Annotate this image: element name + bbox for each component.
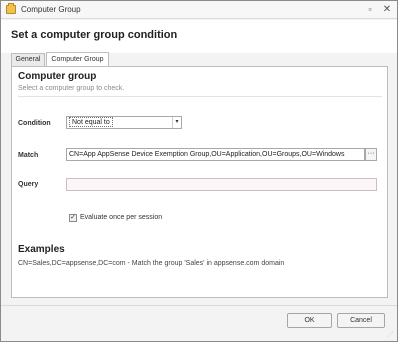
title-bar[interactable]: Computer Group ▫ ✕ bbox=[1, 1, 397, 19]
checkmark-icon: ✓ bbox=[70, 214, 76, 221]
tab-computer-group[interactable]: Computer Group bbox=[46, 52, 109, 67]
footer-divider bbox=[1, 305, 397, 306]
examples-text: CN=Sales,DC=appsense,DC=com - Match the … bbox=[18, 260, 285, 267]
condition-label: Condition bbox=[18, 120, 51, 127]
resize-grip-icon[interactable]: ⋰ bbox=[387, 331, 395, 339]
evaluate-once-checkbox[interactable]: ✓ bbox=[69, 214, 77, 222]
query-label: Query bbox=[18, 181, 39, 188]
tab-general[interactable]: General bbox=[11, 53, 45, 66]
match-label: Match bbox=[18, 152, 39, 159]
folder-icon bbox=[6, 3, 16, 14]
tab-panel: Computer group Select a computer group t… bbox=[11, 66, 388, 298]
dialog-window: Computer Group ▫ ✕ Set a computer group … bbox=[0, 0, 398, 342]
chevron-down-icon[interactable]: ▾ bbox=[172, 117, 181, 128]
evaluate-once-label[interactable]: Evaluate once per session bbox=[80, 214, 162, 221]
match-input[interactable]: CN=App AppSense Device Exemption Group,O… bbox=[66, 148, 365, 161]
examples-title: Examples bbox=[18, 244, 65, 255]
section-subtitle: Select a computer group to check. bbox=[18, 85, 125, 92]
browse-button[interactable]: ··· bbox=[365, 148, 377, 161]
ok-button[interactable]: OK bbox=[287, 313, 332, 328]
page-title: Set a computer group condition bbox=[11, 29, 178, 41]
query-input[interactable] bbox=[66, 178, 377, 191]
window-title: Computer Group bbox=[21, 5, 81, 14]
section-title: Computer group bbox=[18, 71, 97, 82]
condition-value: Not equal to bbox=[69, 117, 113, 127]
restore-icon[interactable]: ▫ bbox=[363, 3, 377, 16]
close-icon[interactable]: ✕ bbox=[380, 3, 394, 16]
condition-select[interactable]: Not equal to ▾ bbox=[66, 116, 182, 129]
section-divider bbox=[18, 96, 382, 97]
dialog-header: Set a computer group condition bbox=[1, 20, 397, 53]
cancel-button[interactable]: Cancel bbox=[337, 313, 385, 328]
